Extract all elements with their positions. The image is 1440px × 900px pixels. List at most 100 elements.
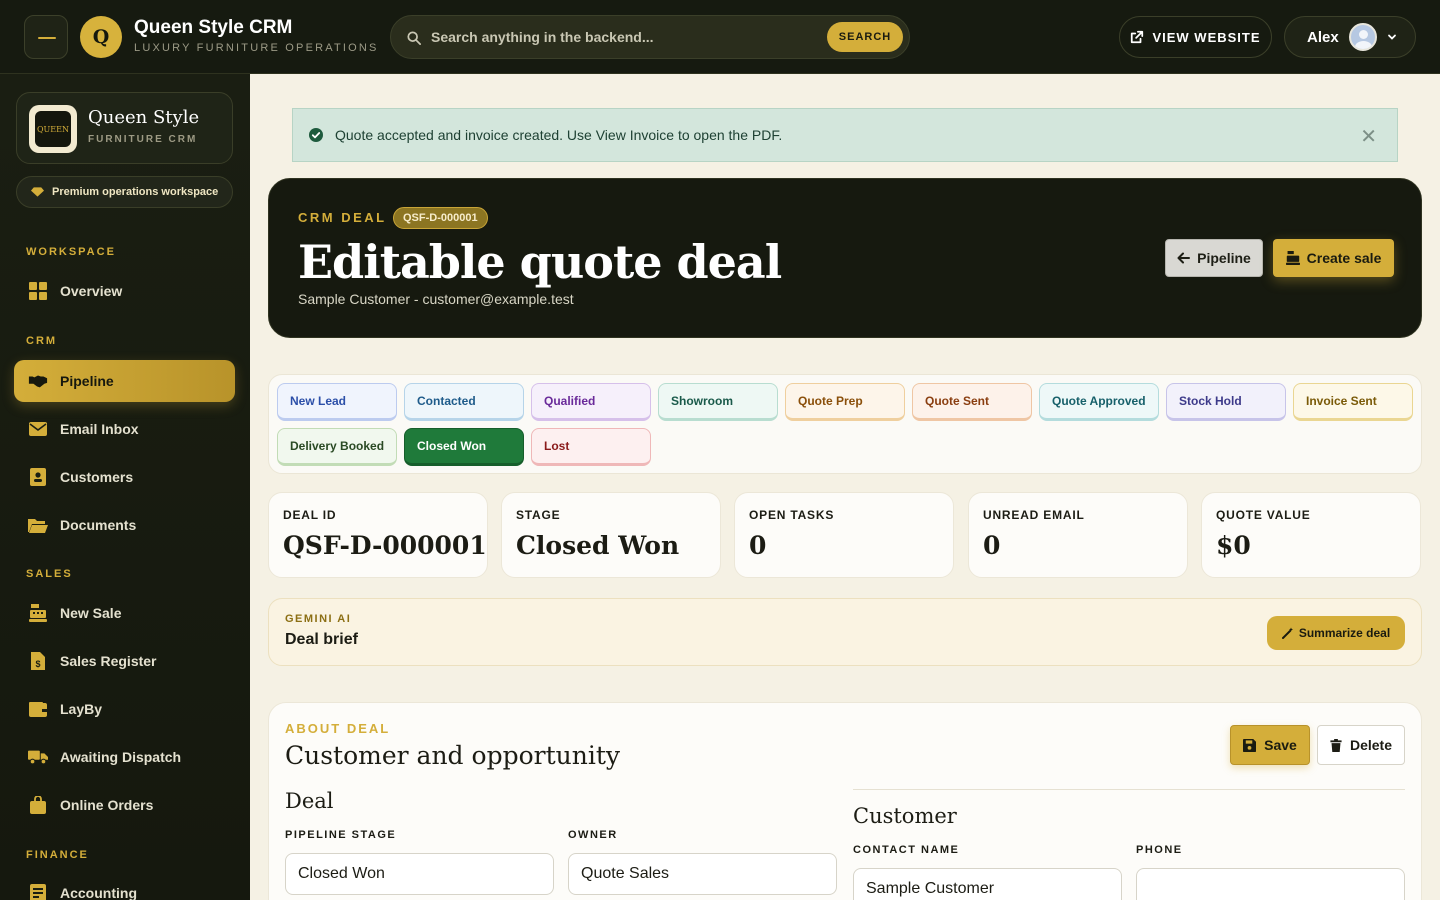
view-website-button[interactable]: VIEW WEBSITE — [1119, 16, 1272, 58]
pipeline-button[interactable]: Pipeline — [1165, 239, 1263, 277]
sidebar-item-customers[interactable]: Customers — [14, 456, 235, 498]
sidebar-item-label: New Sale — [60, 605, 122, 621]
stage-chip[interactable]: Invoice Sent — [1293, 383, 1413, 421]
stat-stage: STAGE Closed Won — [501, 492, 721, 578]
stat-value: $0 — [1216, 531, 1251, 560]
envelope-icon — [28, 419, 48, 439]
search-button[interactable]: SEARCH — [827, 22, 903, 52]
contact-name-field[interactable] — [853, 868, 1122, 900]
sidebar-item-label: Documents — [60, 517, 137, 533]
sidebar-brand[interactable]: QUEEN Queen Style FURNITURE CRM — [16, 92, 233, 164]
stage-chip[interactable]: Qualified — [531, 383, 651, 421]
deal-hero: CRM DEAL QSF-D-000001 Editable quote dea… — [268, 178, 1422, 338]
user-menu[interactable]: Alex — [1284, 16, 1416, 58]
sidebar-item-documents[interactable]: Documents — [14, 504, 235, 546]
search-box: SEARCH — [390, 15, 910, 59]
sidebar-item-label: Sales Register — [60, 653, 157, 669]
sidebar-item-label: LayBy — [60, 701, 103, 717]
sidebar-item-label: Awaiting Dispatch — [60, 749, 182, 765]
pipeline-stage-field[interactable] — [285, 853, 554, 895]
sidebar-item-layby[interactable]: LayBy — [14, 688, 235, 730]
stat-deal-id: DEAL ID QSF-D-000001 — [268, 492, 488, 578]
ai-kicker: GEMINI AI — [285, 613, 352, 625]
sidebar-item-label: Overview — [60, 283, 123, 299]
search-icon — [407, 31, 421, 45]
stage-chip[interactable]: Showroom — [658, 383, 778, 421]
arrow-left-icon — [1177, 252, 1191, 264]
cash-register-icon — [1285, 251, 1300, 265]
check-circle-icon — [309, 128, 323, 142]
stat-value: QSF-D-000001 — [283, 531, 487, 560]
invoice-dollar-icon: $ — [28, 651, 48, 671]
owner-field[interactable] — [568, 853, 837, 895]
sidebar-item-sales-register[interactable]: $ Sales Register — [14, 640, 235, 682]
stage-chip[interactable]: Delivery Booked — [277, 428, 397, 466]
phone-field[interactable] — [1136, 868, 1405, 900]
sidebar-item-label: Email Inbox — [60, 421, 139, 437]
grid-icon — [28, 281, 48, 301]
sidebar-item-label: Online Orders — [60, 797, 154, 813]
sidebar-item-pipeline[interactable]: Pipeline — [14, 360, 235, 402]
section-finance: FINANCE — [26, 849, 89, 861]
stage-chip[interactable]: Closed Won — [404, 428, 524, 466]
premium-badge: Premium operations workspace — [16, 176, 233, 208]
close-icon[interactable]: ✕ — [1360, 124, 1377, 149]
magic-wand-icon — [1281, 627, 1293, 639]
summarize-deal-button[interactable]: Summarize deal — [1267, 616, 1405, 650]
floppy-disk-icon — [1243, 738, 1257, 752]
sidebar-item-overview[interactable]: Overview — [14, 270, 235, 312]
stage-chip[interactable]: New Lead — [277, 383, 397, 421]
deal-id-badge: QSF-D-000001 — [393, 207, 488, 229]
sidebar-item-new-sale[interactable]: New Sale — [14, 592, 235, 634]
external-link-icon — [1131, 30, 1144, 44]
sidebar-item-awaiting-dispatch[interactable]: Awaiting Dispatch — [14, 736, 235, 778]
avatar — [1348, 23, 1377, 51]
sidebar-brand-title: Queen Style — [88, 107, 200, 128]
truck-icon — [28, 747, 48, 767]
sidebar-item-online-orders[interactable]: Online Orders — [14, 784, 235, 826]
sidebar-item-email-inbox[interactable]: Email Inbox — [14, 408, 235, 450]
ai-title: Deal brief — [285, 631, 358, 648]
trash-icon — [1330, 738, 1342, 752]
create-sale-button[interactable]: Create sale — [1273, 239, 1394, 277]
stat-value: 0 — [749, 531, 767, 560]
handshake-icon — [28, 371, 48, 391]
section-divider — [853, 789, 1405, 790]
stat-open-tasks: OPEN TASKS 0 — [734, 492, 954, 578]
shopping-bag-icon — [28, 795, 48, 815]
stage-chip[interactable]: Contacted — [404, 383, 524, 421]
stat-label: OPEN TASKS — [749, 508, 835, 522]
stage-chip[interactable]: Quote Prep — [785, 383, 905, 421]
stage-chip[interactable]: Stock Hold — [1166, 383, 1286, 421]
brand-subtitle: LUXURY FURNITURE OPERATIONS — [134, 42, 379, 54]
brand-title: Queen Style CRM — [134, 17, 293, 38]
stat-label: DEAL ID — [283, 508, 337, 522]
section-workspace: WORKSPACE — [26, 246, 116, 258]
top-bar: Q Queen Style CRM LUXURY FURNITURE OPERA… — [0, 0, 1440, 74]
owner-label: OWNER — [568, 829, 618, 841]
summarize-deal-label: Summarize deal — [1298, 626, 1391, 640]
search-input[interactable] — [431, 16, 811, 58]
menu-toggle-button[interactable] — [24, 15, 68, 59]
stat-value: Closed Won — [516, 531, 680, 560]
pipeline-stage-label: PIPELINE STAGE — [285, 829, 397, 841]
view-website-label: VIEW WEBSITE — [1152, 29, 1261, 45]
premium-label: Premium operations workspace — [52, 186, 219, 198]
stage-selector: New Lead Contacted Qualified Showroom Quote … — [268, 374, 1422, 474]
stat-value: 0 — [983, 531, 1001, 560]
stage-chip[interactable]: Quote Approved — [1039, 383, 1159, 421]
sidebar-logo: QUEEN — [29, 105, 77, 153]
main-content: Quote accepted and invoice created. Use … — [250, 74, 1440, 900]
pipeline-button-label: Pipeline — [1197, 250, 1251, 266]
stat-label: STAGE — [516, 508, 561, 522]
delete-button[interactable]: Delete — [1317, 725, 1405, 765]
save-button[interactable]: Save — [1230, 725, 1310, 765]
stat-quote-value: QUOTE VALUE $0 — [1201, 492, 1421, 578]
sidebar-item-label: Customers — [60, 469, 134, 485]
stage-chip[interactable]: Lost — [531, 428, 651, 466]
stage-chip[interactable]: Quote Sent — [912, 383, 1032, 421]
phone-label: PHONE — [1136, 844, 1183, 856]
sidebar-item-accounting[interactable]: Accounting — [14, 872, 235, 900]
alert-message: Quote accepted and invoice created. Use … — [335, 127, 783, 143]
customer-section-heading: Customer — [853, 804, 957, 828]
